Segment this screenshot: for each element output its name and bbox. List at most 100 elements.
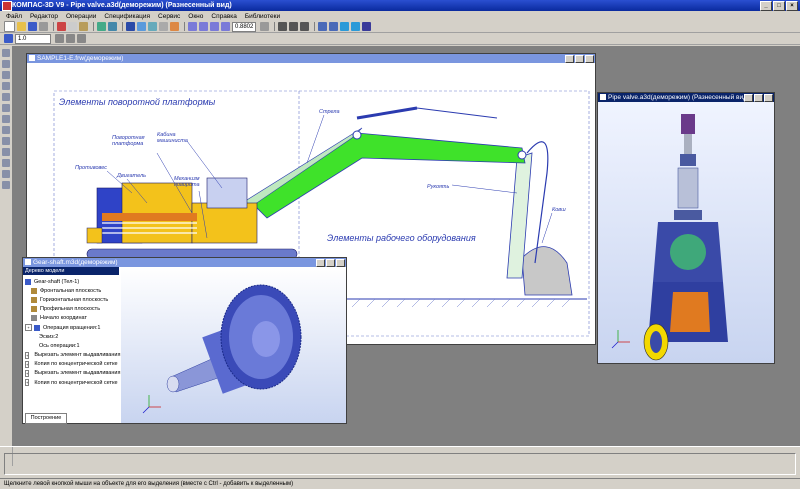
maximize-button[interactable]: □ — [773, 1, 785, 11]
measure-tool-icon[interactable] — [2, 93, 10, 101]
tree-item[interactable]: Ось операции:1 — [25, 341, 117, 350]
tree-item[interactable]: Эскиз:2 — [25, 332, 117, 341]
gear-3d-view[interactable] — [121, 267, 346, 423]
orientation-icon[interactable] — [300, 22, 310, 31]
dimensions-tool-icon[interactable] — [2, 82, 10, 90]
sheet-tool-icon[interactable] — [2, 170, 10, 178]
paste-icon[interactable] — [79, 22, 88, 31]
model-tree: Gear-shaft (Тел-1) Фронтальная плоскость… — [25, 277, 120, 405]
zoom-out-icon[interactable] — [199, 22, 208, 31]
geometry-tool-icon[interactable] — [2, 60, 10, 68]
tree-item[interactable]: Профильная плоскость — [25, 305, 117, 314]
select-tool-icon[interactable] — [2, 49, 10, 57]
menu-specification[interactable]: Спецификация — [104, 13, 150, 20]
undo-icon[interactable] — [97, 22, 106, 31]
redo-icon[interactable] — [108, 22, 117, 31]
label-boom: Стрела — [319, 109, 340, 115]
print-icon[interactable] — [39, 22, 48, 31]
drawing-window-title[interactable]: SAMPLE1-E.frw(деморежим) — [27, 54, 595, 63]
open-folder-icon[interactable] — [17, 22, 26, 31]
gear-window[interactable]: Gear-shaft.m3d(деморежим) Дерево модели … — [22, 257, 347, 424]
current-state-toolbar: 1.0 — [0, 33, 800, 45]
properties-icon[interactable] — [159, 22, 168, 31]
status-bar: Щелкните левой кнопкой мыши на объекте д… — [0, 478, 800, 488]
ortho-icon[interactable] — [77, 34, 86, 43]
menu-file[interactable]: Файл — [6, 13, 22, 20]
tree-item[interactable]: + Копия по концентрической сетке — [25, 378, 118, 387]
gear-maximize-button[interactable] — [326, 259, 335, 267]
tree-item[interactable]: Начало координат — [25, 314, 117, 323]
zoom-combo[interactable]: 0.8802 — [232, 21, 257, 32]
heading-equipment: Элементы рабочего оборудования — [327, 233, 476, 243]
menu-window[interactable]: Окно — [188, 13, 203, 20]
param-tool-icon[interactable] — [2, 137, 10, 145]
property-bar — [0, 446, 800, 479]
valve-3d-view[interactable] — [598, 102, 774, 363]
tree-item[interactable]: Фронтальная плоскость — [25, 286, 117, 295]
surface-tool-icon[interactable] — [2, 148, 10, 156]
menu-service[interactable]: Сервис — [158, 13, 180, 20]
app-icon[interactable] — [2, 1, 12, 11]
valve-window-title[interactable]: Pipe valve.a3d(деморежим) (Разнесенный в… — [598, 93, 774, 102]
variables-icon[interactable] — [148, 22, 157, 31]
valve-maximize-button[interactable] — [754, 94, 763, 102]
report-tool-icon[interactable] — [2, 126, 10, 134]
menu-edit[interactable]: Редактор — [30, 13, 58, 20]
zoom-window-icon[interactable] — [210, 22, 219, 31]
label-stick: Рукоять — [427, 184, 449, 190]
edit-tool-icon[interactable] — [2, 71, 10, 79]
tree-item[interactable]: Gear-shaft (Тел-1) — [25, 277, 117, 286]
minimize-button[interactable]: _ — [760, 1, 772, 11]
rotate-icon[interactable] — [289, 22, 299, 31]
valve-window[interactable]: Pipe valve.a3d(деморежим) (Разнесенный в… — [597, 92, 775, 364]
tab-build[interactable]: Построение — [25, 413, 67, 424]
label-platform: Поворотная платформа — [112, 135, 145, 147]
library-icon[interactable] — [137, 22, 146, 31]
perspective-icon[interactable] — [362, 22, 372, 31]
wireframe-icon[interactable] — [318, 22, 328, 31]
tree-item[interactable]: Горизонтальная плоскость — [25, 295, 117, 304]
manager-icon[interactable] — [126, 22, 135, 31]
label-engine: Двигатель — [116, 173, 146, 179]
drawing-minimize-button[interactable] — [565, 55, 574, 63]
new-file-icon[interactable] — [4, 21, 15, 32]
shaded-edges-icon[interactable] — [351, 22, 361, 31]
array-tool-icon[interactable] — [2, 181, 10, 189]
zoom-all-icon[interactable] — [221, 22, 230, 31]
shaded-icon[interactable] — [340, 22, 350, 31]
app-title-bar: КОМПАС-3D V9 - Pipe valve.a3d(деморежим)… — [0, 0, 800, 11]
save-icon[interactable] — [28, 22, 37, 31]
local-cs-icon[interactable] — [66, 34, 75, 43]
help-icon[interactable] — [170, 22, 179, 31]
label-swing-mechanism: Механизм поворота — [174, 176, 200, 188]
valve-minimize-button[interactable] — [744, 94, 753, 102]
tree-item[interactable]: + Операция вращения:1 — [25, 323, 117, 332]
drawing-maximize-button[interactable] — [575, 55, 584, 63]
drawing-close-button[interactable] — [585, 55, 594, 63]
gear-minimize-button[interactable] — [316, 259, 325, 267]
standard-toolbar: 0.8802 — [0, 21, 800, 33]
curve-tool-icon[interactable] — [2, 159, 10, 167]
gear-window-title[interactable]: Gear-shaft.m3d(деморежим) — [23, 258, 346, 267]
label-counterweight: Противовес — [75, 165, 107, 171]
tree-item[interactable]: + Вырезать элемент выдавливания — [25, 351, 120, 360]
refresh-icon[interactable] — [260, 22, 270, 31]
zoom-in-icon[interactable] — [188, 22, 197, 31]
menu-help[interactable]: Справка — [211, 13, 237, 20]
valve-close-button[interactable] — [764, 94, 773, 102]
cut-icon[interactable] — [57, 22, 66, 31]
pan-icon[interactable] — [278, 22, 288, 31]
tree-item[interactable]: + Копия по концентрической сетке — [25, 360, 118, 369]
spec-tool-icon[interactable] — [2, 115, 10, 123]
step-icon[interactable] — [4, 34, 13, 43]
menu-operations[interactable]: Операции — [66, 13, 96, 20]
filter-tool-icon[interactable] — [2, 104, 10, 112]
gear-close-button[interactable] — [336, 259, 345, 267]
copy-icon[interactable] — [68, 22, 77, 31]
hidden-lines-icon[interactable] — [329, 22, 339, 31]
tree-item[interactable]: + Вырезать элемент выдавливания — [25, 369, 120, 378]
grid-icon[interactable] — [55, 34, 64, 43]
scale-combo[interactable]: 1.0 — [15, 33, 51, 44]
menu-libraries[interactable]: Библиотеки — [245, 13, 280, 20]
close-button[interactable]: × — [786, 1, 798, 11]
